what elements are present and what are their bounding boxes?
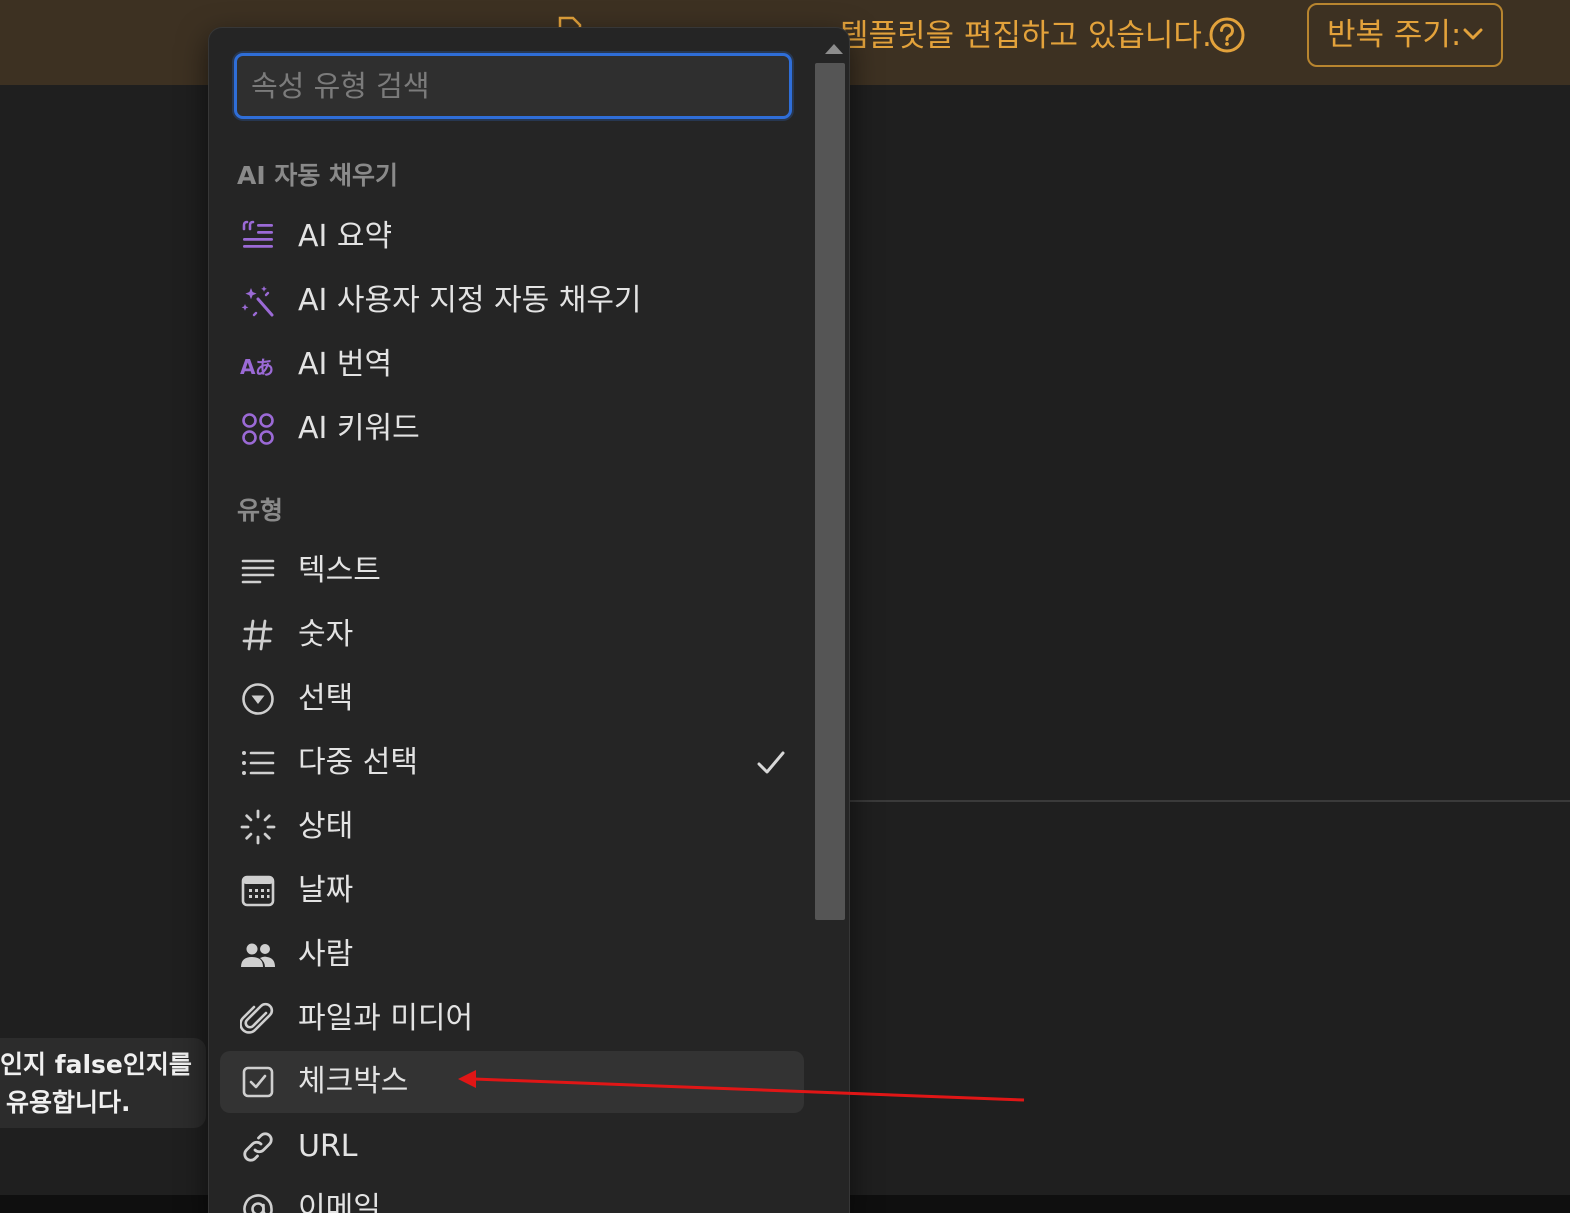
menu-item-label: 다중 선택 [298, 745, 418, 780]
ai-translate-icon: A あ [240, 355, 274, 379]
menu-item-status[interactable]: 상태 [220, 796, 804, 858]
menu-item-label: AI 사용자 지정 자동 채우기 [298, 283, 642, 318]
property-type-search-input[interactable] [237, 56, 789, 116]
ai-keywords-icon [242, 413, 274, 445]
menu-item-files-media[interactable]: 파일과 미디어 [220, 988, 804, 1050]
status-loader-icon [240, 809, 276, 845]
checkbox-icon [242, 1066, 274, 1098]
tooltip-line-2: 유용합니다. [6, 1088, 131, 1117]
tooltip-line-1: 인지 false인지를 [0, 1050, 192, 1079]
menu-item-person[interactable]: 사람 [220, 924, 804, 986]
search-box [234, 53, 792, 119]
menu-item-ai-keywords[interactable]: AI 키워드 [220, 398, 804, 460]
menu-item-label: 텍스트 [298, 553, 381, 588]
menu-item-label: 날짜 [298, 873, 354, 908]
menu-item-label: 사람 [298, 937, 354, 972]
menu-item-label: AI 요약 [298, 219, 393, 254]
menu-item-checkbox[interactable]: 체크박스 [220, 1051, 804, 1113]
menu-item-date[interactable]: 날짜 [220, 860, 804, 922]
menu-item-select[interactable]: 선택 [220, 668, 804, 730]
chevron-down-icon [1463, 28, 1483, 40]
svg-text:A: A [240, 355, 256, 379]
menu-item-ai-custom-autofill[interactable]: AI 사용자 지정 자동 채우기 [220, 270, 804, 332]
property-type-dropdown: AI 자동 채우기 AI 요약 AI 사용자 지정 자동 채우기 A あ AI … [208, 27, 850, 1213]
menu-item-label: URL [298, 1129, 358, 1164]
people-icon [241, 943, 275, 967]
ai-sparkle-wand-icon [241, 286, 274, 317]
select-circle-icon [242, 683, 274, 715]
menu-item-label: 선택 [298, 681, 354, 716]
multi-select-list-icon [242, 751, 275, 775]
hash-icon [242, 619, 273, 651]
menu-item-text[interactable]: 텍스트 [220, 540, 804, 602]
link-icon [243, 1132, 273, 1162]
menu-item-email[interactable]: 이메일 [220, 1178, 804, 1213]
text-lines-icon [241, 559, 275, 584]
menu-item-label: 체크박스 [298, 1064, 409, 1099]
banner-text: 템플릿을 편집하고 있습니다. [840, 18, 1212, 54]
menu-item-label: 파일과 미디어 [298, 1001, 474, 1036]
checkmark-icon [757, 751, 785, 774]
menu-item-label: 상태 [298, 809, 354, 844]
svg-text:あ: あ [255, 357, 274, 379]
menu-item-label: 숫자 [298, 617, 354, 652]
scrollbar-thumb[interactable] [815, 63, 845, 920]
property-tooltip: 인지 false인지를 유용합니다. [0, 1038, 206, 1128]
menu-item-label: AI 번역 [298, 347, 393, 382]
section-label-ai: AI 자동 채우기 [237, 161, 399, 190]
dropdown-scrollbar[interactable] [815, 38, 847, 1213]
at-sign-icon [243, 1194, 273, 1213]
scroll-up-arrow-icon[interactable] [825, 44, 843, 54]
menu-item-multi-select[interactable]: 다중 선택 [220, 732, 804, 794]
repeat-button[interactable]: 반복 주기: [1307, 3, 1503, 67]
paperclip-icon [240, 1002, 274, 1034]
ai-summary-icon [242, 220, 273, 248]
menu-item-ai-summary[interactable]: AI 요약 [220, 206, 804, 268]
repeat-button-label: 반복 주기: [1327, 17, 1462, 53]
menu-item-url[interactable]: URL [220, 1116, 804, 1178]
menu-item-ai-translate[interactable]: A あ AI 번역 [220, 334, 804, 396]
menu-item-label: 이메일 [298, 1191, 381, 1213]
page-divider [848, 800, 1570, 802]
menu-item-label: AI 키워드 [298, 411, 420, 446]
menu-item-number[interactable]: 숫자 [220, 604, 804, 666]
calendar-icon [241, 875, 275, 907]
section-label-types: 유형 [237, 496, 284, 525]
help-circle-icon[interactable] [1208, 16, 1246, 54]
